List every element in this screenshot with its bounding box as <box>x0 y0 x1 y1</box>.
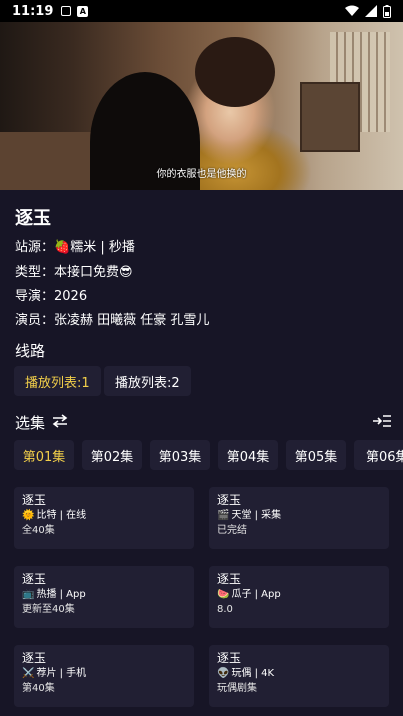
source-card-source: 🌞 比特 | 在线 <box>22 508 186 523</box>
info-source-label: 站源： <box>15 240 55 255</box>
battery-icon <box>383 4 391 18</box>
info-type-label: 类型： <box>15 265 55 280</box>
info-source-value: 糯米 | 秒播 <box>70 240 135 255</box>
signal-icon <box>365 5 377 17</box>
episode-4[interactable]: 第04集 <box>218 440 278 470</box>
info-director: 导演：2026 <box>15 285 87 304</box>
source-card-source: ⚔️ 荐片 | 手机 <box>22 666 186 681</box>
status-time: 11:19 <box>12 3 54 19</box>
episode-3[interactable]: 第03集 <box>150 440 210 470</box>
info-type: 类型：本接口免费😎 <box>15 261 133 280</box>
source-card-status: 8.0 <box>217 604 233 615</box>
video-scene-cabinet <box>300 82 360 152</box>
app-a-icon: A <box>77 5 89 17</box>
episode-5[interactable]: 第05集 <box>286 440 346 470</box>
collapse-list-icon[interactable] <box>372 414 392 428</box>
video-scene-figure-head <box>195 37 275 107</box>
source-card-source: 👽 玩偶 | 4K <box>217 666 381 681</box>
source-card-status: 第40集 <box>22 683 55 694</box>
source-card-1[interactable]: 逐玉 🌞 比特 | 在线 全40集 <box>14 487 194 549</box>
source-card-source-text: 荐片 | 手机 <box>36 668 87 679</box>
source-card-source-text: 瓜子 | App <box>231 589 281 600</box>
swords-icon: ⚔️ <box>22 668 35 679</box>
watermelon-icon: 🍉 <box>217 589 230 600</box>
routes-title: 线路 <box>15 342 46 360</box>
sun-icon: 🌞 <box>22 510 35 521</box>
tv-icon: 📺 <box>22 589 35 600</box>
info-source: 站源：🍓糯米 | 秒播 <box>15 236 135 255</box>
status-bar: 11:19 A <box>0 0 403 22</box>
source-card-title: 逐玉 <box>22 572 47 586</box>
wifi-icon <box>345 5 359 16</box>
info-director-label: 导演： <box>15 289 55 304</box>
source-card-title: 逐玉 <box>217 572 242 586</box>
info-director-value: 2026 <box>54 289 88 304</box>
source-card-status: 更新至40集 <box>22 604 75 615</box>
episodes-title: 选集 <box>15 414 46 432</box>
info-cast-label: 演员： <box>15 313 55 328</box>
episode-6[interactable]: 第06集 <box>354 440 403 470</box>
info-type-value: 本接口免费 <box>54 265 120 280</box>
episode-1[interactable]: 第01集 <box>14 440 74 470</box>
strawberry-icon: 🍓 <box>54 240 71 255</box>
source-card-title: 逐玉 <box>217 651 242 665</box>
cube-icon <box>61 6 72 16</box>
source-card-source: 🎬 天堂 | 采集 <box>217 508 381 523</box>
source-card-title: 逐玉 <box>22 651 47 665</box>
source-card-3[interactable]: 逐玉 📺 热播 | App 更新至40集 <box>14 566 194 628</box>
source-card-source: 📺 热播 | App <box>22 587 186 602</box>
source-card-status: 玩偶剧集 <box>217 683 257 694</box>
source-card-2[interactable]: 逐玉 🎬 天堂 | 采集 已完结 <box>209 487 389 549</box>
source-card-source-text: 玩偶 | 4K <box>231 668 275 679</box>
source-card-6[interactable]: 逐玉 👽 玩偶 | 4K 玩偶剧集 <box>209 645 389 707</box>
route-chip-2[interactable]: 播放列表:2 <box>104 366 191 396</box>
info-cast: 演员：张凌赫 田曦薇 任豪 孔雪儿 <box>15 309 209 328</box>
info-cast-value: 张凌赫 田曦薇 任豪 孔雪儿 <box>54 313 210 328</box>
source-card-status: 全40集 <box>22 525 55 536</box>
source-card-status: 已完结 <box>217 525 247 536</box>
clapper-icon: 🎬 <box>217 510 230 521</box>
episode-2[interactable]: 第02集 <box>82 440 142 470</box>
sunglasses-icon: 😎 <box>119 265 133 280</box>
source-card-4[interactable]: 逐玉 🍉 瓜子 | App 8.0 <box>209 566 389 628</box>
source-card-title: 逐玉 <box>22 493 47 507</box>
source-card-title: 逐玉 <box>217 493 242 507</box>
swap-order-icon[interactable] <box>52 414 68 428</box>
source-card-5[interactable]: 逐玉 ⚔️ 荐片 | 手机 第40集 <box>14 645 194 707</box>
route-chip-1[interactable]: 播放列表:1 <box>14 366 101 396</box>
source-card-source-text: 比特 | 在线 <box>36 510 87 521</box>
source-card-source-text: 热播 | App <box>36 589 86 600</box>
source-card-source: 🍉 瓜子 | App <box>217 587 381 602</box>
alien-icon: 👽 <box>217 668 230 679</box>
source-card-source-text: 天堂 | 采集 <box>231 510 282 521</box>
drama-title: 逐玉 <box>15 208 51 229</box>
video-subtitle: 你的衣服也是他换的 <box>156 169 247 180</box>
